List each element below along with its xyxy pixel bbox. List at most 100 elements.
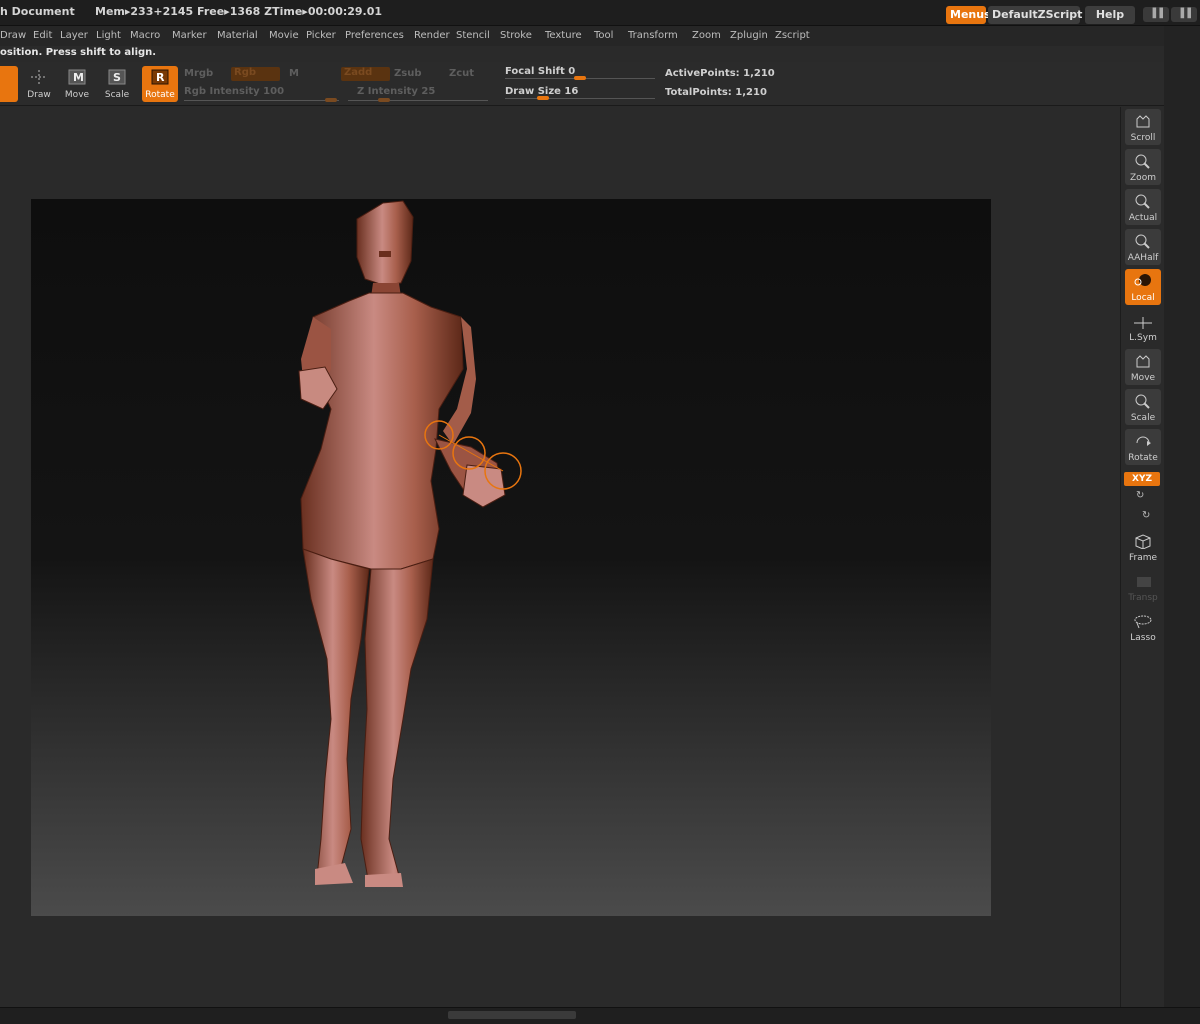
document-canvas[interactable] <box>31 199 991 916</box>
edit-button[interactable] <box>0 66 18 102</box>
menu-stencil[interactable]: Stencil <box>456 30 490 41</box>
menu-tool[interactable]: Tool <box>594 30 613 41</box>
zadd-toggle[interactable]: Zadd <box>341 67 390 81</box>
svg-text:S: S <box>113 71 121 84</box>
frame-icon <box>1135 534 1151 549</box>
actual-label: Actual <box>1128 213 1158 223</box>
svg-text:M: M <box>73 71 84 84</box>
document-title: h Document <box>0 5 75 18</box>
zoom-icon <box>1135 154 1150 169</box>
transp-icon <box>1137 577 1151 587</box>
menu-material[interactable]: Material <box>217 30 258 41</box>
zoom-button[interactable]: Zoom <box>1125 149 1161 185</box>
hand-icon <box>1136 355 1150 368</box>
zoom-label: Zoom <box>1130 173 1156 183</box>
local-icon <box>1134 274 1151 286</box>
minimize-icon[interactable]: ▐▐ <box>1143 7 1169 22</box>
model-figure[interactable] <box>31 199 991 916</box>
rotate-view-icon <box>1136 436 1151 446</box>
help-button[interactable]: Help <box>1085 6 1135 24</box>
total-points-readout: TotalPoints: 1,210 <box>665 87 767 98</box>
actual-button[interactable]: Actual <box>1125 189 1161 225</box>
default-zscript-button[interactable]: DefaultZScript <box>988 6 1082 24</box>
xyz-rotation-button[interactable]: XYZ <box>1124 472 1160 486</box>
maximize-icon[interactable]: ▐▐ <box>1171 7 1197 22</box>
aahalf-button[interactable]: AAHalf <box>1125 229 1161 265</box>
lasso-icon <box>1134 615 1152 629</box>
scale-button[interactable]: S Scale <box>99 66 135 102</box>
lsym-icon <box>1134 317 1152 329</box>
rgb-intensity-slider[interactable]: Rgb Intensity 100 <box>184 86 284 97</box>
draw-size-knob[interactable] <box>537 96 549 100</box>
menu-zscript[interactable]: Zscript <box>775 30 810 41</box>
scale-icon: S <box>108 69 126 85</box>
svg-text:R: R <box>156 71 165 84</box>
frame-button[interactable]: Frame <box>1125 529 1161 565</box>
status-notice: osition. Press shift to align. <box>0 47 157 58</box>
transp-button[interactable]: Transp <box>1125 569 1161 605</box>
zsub-toggle[interactable]: Zsub <box>394 68 421 79</box>
draw-size-track[interactable] <box>505 98 655 99</box>
m-toggle[interactable]: M <box>289 68 299 79</box>
local-button[interactable]: Local <box>1125 269 1161 305</box>
lasso-button[interactable]: Lasso <box>1125 609 1161 645</box>
right-shelf: Scroll Zoom Actual AAHalf Local L.Sym Mo… <box>1120 107 1164 1007</box>
z-intensity-knob[interactable] <box>378 98 390 102</box>
menu-light[interactable]: Light <box>96 30 121 41</box>
rotate-label: Rotate <box>145 90 175 100</box>
tool-shelf: Draw M Move S Scale R Rotate Mrgb Rgb M … <box>0 62 1200 106</box>
menu-draw[interactable]: Draw <box>0 30 26 41</box>
move-view-button[interactable]: Move <box>1125 349 1161 385</box>
move-icon: M <box>68 69 86 85</box>
rotate-y-icon[interactable]: ↻ <box>1136 490 1144 501</box>
memory-status: Mem▸233+2145 Free▸1368 ZTime▸00:00:29.01 <box>95 5 383 18</box>
focal-shift-slider[interactable]: Focal Shift 0 <box>505 66 575 77</box>
menu-stroke[interactable]: Stroke <box>500 30 532 41</box>
rgb-intensity-knob[interactable] <box>325 98 337 102</box>
rotate-button[interactable]: R Rotate <box>142 66 178 102</box>
draw-icon <box>31 70 47 84</box>
rotate-z-icon[interactable]: ↻ <box>1142 510 1150 521</box>
z-intensity-track[interactable] <box>348 100 488 101</box>
draw-button[interactable]: Draw <box>21 66 57 102</box>
scale-view-icon <box>1135 394 1150 409</box>
aahalf-icon <box>1135 234 1150 249</box>
scale-view-label: Scale <box>1130 413 1156 423</box>
scale-view-button[interactable]: Scale <box>1125 389 1161 425</box>
tray-toggle-handle[interactable] <box>448 1011 576 1019</box>
title-bar: h Document Mem▸233+2145 Free▸1368 ZTime▸… <box>0 0 1200 26</box>
zcut-toggle[interactable]: Zcut <box>449 68 474 79</box>
lasso-label: Lasso <box>1130 633 1156 643</box>
menu-edit[interactable]: Edit <box>33 30 52 41</box>
menu-zoom[interactable]: Zoom <box>692 30 721 41</box>
focal-shift-knob[interactable] <box>574 76 586 80</box>
menu-texture[interactable]: Texture <box>545 30 582 41</box>
mrgb-toggle[interactable]: Mrgb <box>184 68 213 79</box>
menu-preferences[interactable]: Preferences <box>345 30 404 41</box>
rotate-icon: R <box>151 69 169 85</box>
menu-macro[interactable]: Macro <box>130 30 160 41</box>
menus-button[interactable]: Menus <box>946 6 991 24</box>
scroll-button[interactable]: Scroll <box>1125 109 1161 145</box>
rgb-toggle[interactable]: Rgb <box>231 67 280 81</box>
menu-layer[interactable]: Layer <box>60 30 88 41</box>
menu-picker[interactable]: Picker <box>306 30 336 41</box>
right-edge-strip <box>1164 26 1200 1007</box>
menu-transform[interactable]: Transform <box>628 30 678 41</box>
transp-label: Transp <box>1128 593 1158 603</box>
move-button[interactable]: M Move <box>59 66 95 102</box>
rgb-intensity-track[interactable] <box>184 100 339 101</box>
frame-label: Frame <box>1128 553 1158 563</box>
move-view-label: Move <box>1130 373 1156 383</box>
menu-movie[interactable]: Movie <box>269 30 299 41</box>
menu-marker[interactable]: Marker <box>172 30 207 41</box>
move-label: Move <box>64 90 90 100</box>
menu-render[interactable]: Render <box>414 30 450 41</box>
lsym-button[interactable]: L.Sym <box>1125 309 1161 345</box>
rotate-view-label: Rotate <box>1128 453 1158 463</box>
actual-icon <box>1135 194 1150 209</box>
z-intensity-slider[interactable]: Z Intensity 25 <box>357 86 435 97</box>
menu-zplugin[interactable]: Zplugin <box>730 30 768 41</box>
scale-label: Scale <box>104 90 130 100</box>
rotate-view-button[interactable]: Rotate <box>1125 429 1161 465</box>
